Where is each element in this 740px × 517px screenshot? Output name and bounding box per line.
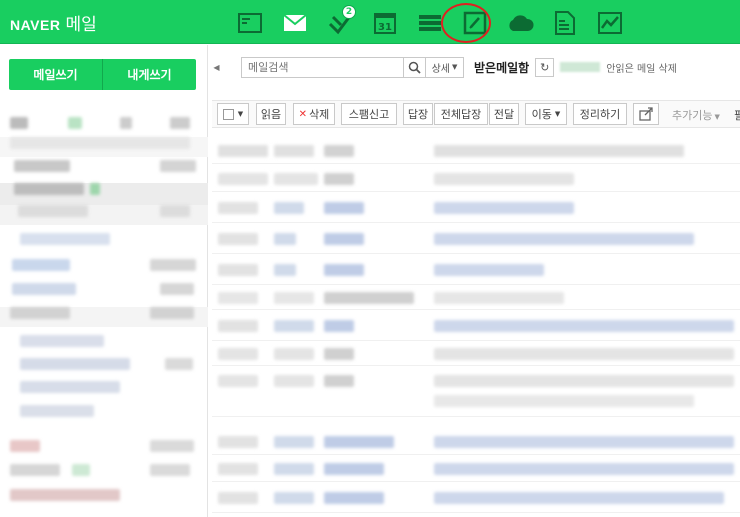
select-all-checkbox[interactable]: ▼ — [217, 103, 249, 125]
task-icon[interactable]: 2 — [322, 5, 358, 38]
search-row: 상세▼ 받은메일함 ↻ 안읽은 메일 삭제 — [241, 56, 677, 78]
folder-item[interactable] — [0, 464, 208, 484]
refresh-icon[interactable]: ↻ — [535, 57, 555, 77]
move-label: 이동 — [531, 108, 552, 121]
share-icon[interactable] — [633, 103, 659, 125]
reply-button[interactable]: 답장 — [403, 103, 433, 125]
note-edit-icon[interactable] — [457, 8, 493, 38]
folder-item[interactable] — [0, 283, 208, 303]
cloud-icon[interactable] — [502, 8, 538, 38]
mail-list — [212, 129, 740, 517]
search-detail-label: 상세 — [431, 63, 450, 75]
mail-row[interactable] — [212, 255, 740, 285]
mail-row[interactable] — [212, 165, 740, 192]
mail-row[interactable] — [212, 429, 740, 455]
folder-item[interactable] — [0, 335, 208, 355]
search-detail-dropdown[interactable]: 상세 ▼ — [426, 56, 464, 78]
folder-item[interactable] — [0, 358, 208, 378]
folder-item[interactable] — [0, 205, 208, 225]
chevron-down-icon: ▼ — [714, 113, 720, 121]
mail-row[interactable] — [212, 138, 740, 164]
mail-row[interactable] — [212, 193, 740, 223]
chevron-down-icon: ▼ — [237, 110, 244, 118]
folder-item[interactable] — [0, 259, 208, 279]
compose-button[interactable]: 메일쓰기 — [9, 59, 102, 90]
folder-item[interactable] — [0, 440, 208, 460]
mail-row[interactable] — [212, 456, 740, 482]
naver-wordmark: NAVER — [10, 17, 61, 33]
delete-x-icon: ✕ — [298, 108, 308, 120]
mark-read-button[interactable]: 읽음 — [256, 103, 286, 125]
mail-search-input[interactable] — [241, 56, 404, 78]
left-sidebar: 메일쓰기 내게쓰기 — [0, 45, 208, 517]
chart-icon[interactable] — [592, 8, 628, 38]
folder-item[interactable] — [0, 489, 208, 509]
toolbar-overflow-text: 필 — [734, 109, 740, 122]
folder-item[interactable] — [0, 307, 208, 327]
mail-row[interactable] — [212, 286, 740, 310]
delete-label: 삭제 — [309, 108, 330, 121]
mail-row[interactable] — [212, 483, 740, 513]
mail-toolbar: ▼ 읽음 ✕ 삭제 스팸신고 답장 전체답장 전달 이동 ▼ 정리하기 추가기능 ▼ … — [212, 100, 740, 128]
mail-icon[interactable] — [277, 8, 313, 38]
move-dropdown[interactable]: 이동 ▼ — [525, 103, 567, 125]
folder-item[interactable] — [0, 117, 208, 137]
folder-item[interactable] — [0, 160, 208, 180]
mail-row[interactable] — [212, 342, 740, 366]
chevron-down-icon: ▼ — [554, 110, 561, 118]
calendar-icon[interactable]: 31 — [367, 8, 403, 38]
unread-count — [560, 62, 601, 72]
delete-unread-link[interactable]: 안읽은 메일 삭제 — [606, 60, 677, 75]
chevron-down-icon: ▼ — [452, 63, 458, 71]
mail-wordmark: 메일 — [65, 15, 97, 35]
naver-mail-logo[interactable]: NAVER 메일 — [10, 10, 97, 35]
delete-button[interactable]: ✕ 삭제 — [293, 103, 335, 125]
more-features-dropdown[interactable]: 추가기능 ▼ — [672, 107, 720, 123]
folder-title: 받은메일함 — [474, 60, 530, 75]
address-book-icon[interactable] — [232, 8, 268, 38]
collapse-sidebar-arrow[interactable]: ◀ — [209, 45, 224, 90]
mail-row[interactable] — [212, 367, 740, 417]
checkbox-icon — [222, 108, 234, 120]
search-icon[interactable] — [404, 56, 426, 78]
compose-buttons: 메일쓰기 내게쓰기 — [9, 59, 196, 90]
organize-button[interactable]: 정리하기 — [573, 103, 627, 125]
folder-item[interactable] — [0, 381, 208, 401]
calendar-day: 31 — [378, 22, 392, 33]
folder-item[interactable] — [0, 137, 208, 157]
forward-button[interactable]: 전달 — [489, 103, 519, 125]
spam-report-button[interactable]: 스팸신고 — [341, 103, 397, 125]
mail-row[interactable] — [212, 224, 740, 254]
top-navigation-bar: NAVER 메일 2 31 — [0, 0, 740, 44]
app-switcher: 2 31 — [232, 5, 637, 38]
task-badge: 2 — [342, 5, 356, 19]
folder-item[interactable] — [0, 405, 208, 425]
folder-item-selected[interactable] — [0, 183, 208, 205]
mail-row[interactable] — [212, 311, 740, 341]
more-features-label: 추가기능 — [672, 109, 713, 122]
memo-list-icon[interactable] — [412, 8, 448, 38]
reply-all-button[interactable]: 전체답장 — [434, 103, 488, 125]
folder-item[interactable] — [0, 233, 208, 253]
compose-to-self-button[interactable]: 내게쓰기 — [102, 59, 196, 90]
document-icon[interactable] — [547, 8, 583, 38]
